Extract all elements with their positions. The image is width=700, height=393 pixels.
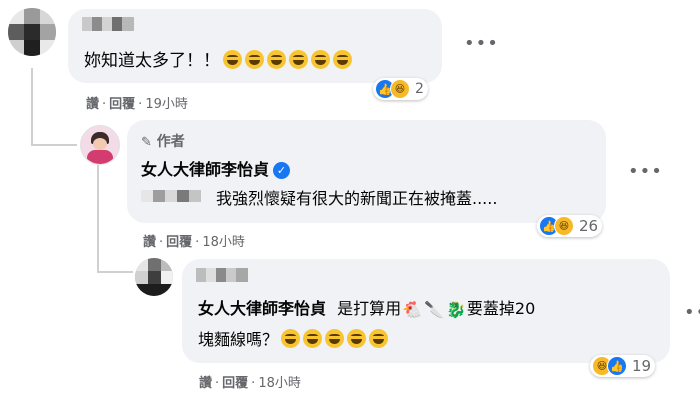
verified-badge-icon: ✓ [273,162,291,179]
haha-reaction-icon: 😆 [554,216,574,236]
avatar[interactable] [135,258,173,296]
thread-line-branch [31,144,77,146]
thread-line-branch-2 [97,271,133,273]
haha-reaction-icon: 😆 [390,79,410,99]
chicken-icon: 🐔 [402,300,423,319]
timestamp[interactable]: 19小時 [145,97,188,112]
like-link[interactable]: 讚 [143,235,156,250]
comment-text-line2: 塊麵線嗎？ [198,328,389,352]
laughing-emoji-icon [281,329,301,348]
laughing-emoji-icon [369,329,389,348]
comment-actions: 讚 · 回覆 · 18小時 [143,235,245,250]
comment-text-content: 妳知道太多了！！ [84,51,220,71]
comment-text: 妳知道太多了！！ [84,49,352,73]
reply-link[interactable]: 回覆 [109,97,135,112]
laughing-emoji-icon [347,329,367,348]
more-options-icon[interactable]: •• [684,302,700,323]
timestamp[interactable]: 18小時 [258,376,301,391]
more-options-icon[interactable]: ••• [628,161,663,182]
dragon-icon: 🐉 [445,300,466,319]
laughing-emoji-icon [311,50,330,69]
pen-icon: ✎ [141,135,152,150]
reaction-count: 26 [579,217,599,235]
reaction-summary[interactable]: 👍 😆 26 [537,215,603,237]
knife-icon: 🔪 [424,300,444,319]
like-link[interactable]: 讚 [199,376,212,391]
reply-link[interactable]: 回覆 [222,376,248,391]
laughing-emoji-icon [289,50,308,69]
mention-link[interactable]: 女人大律師李怡貞 [198,299,326,318]
emoji-row [278,329,389,349]
laughing-emoji-icon [267,50,286,69]
comment-actions: 讚 · 回覆 · 19小時 [86,97,188,112]
thread-line-2 [97,165,99,273]
laughing-emoji-icon [245,50,264,69]
blurred-author-name[interactable] [82,17,134,31]
reaction-count: 2 [415,81,424,97]
laughing-emoji-icon [333,50,352,69]
reaction-summary[interactable]: 👍 😆 2 [373,78,428,100]
thread-line [31,68,33,146]
like-reaction-icon: 👍 [607,356,627,376]
blurred-mention[interactable] [141,188,209,204]
laughing-emoji-icon [325,329,345,348]
comment-actions: 讚 · 回覆 · 18小時 [199,376,301,391]
laughing-emoji-icon [303,329,323,348]
more-options-icon[interactable]: ••• [464,33,499,54]
author-badge: ✎ 作者 [141,134,185,150]
avatar[interactable] [8,8,56,56]
author-avatar[interactable] [80,125,120,165]
like-link[interactable]: 讚 [86,97,99,112]
comment-text: 我強烈懷疑有很大的新聞正在被掩蓋..... [216,189,498,208]
comment-text: 女人大律師李怡貞 是打算用🐔 🔪 🐉要蓋掉20 [198,297,535,322]
blurred-author-name[interactable] [196,268,248,282]
reaction-summary[interactable]: 😆 👍 19 [590,355,656,377]
reply-link[interactable]: 回覆 [166,235,192,250]
laughing-emoji-icon [223,50,242,69]
timestamp[interactable]: 18小時 [202,235,245,250]
emoji-row [220,50,352,71]
author-name[interactable]: 女人大律師李怡貞 ✓ [141,156,291,180]
reaction-count: 19 [632,357,652,375]
